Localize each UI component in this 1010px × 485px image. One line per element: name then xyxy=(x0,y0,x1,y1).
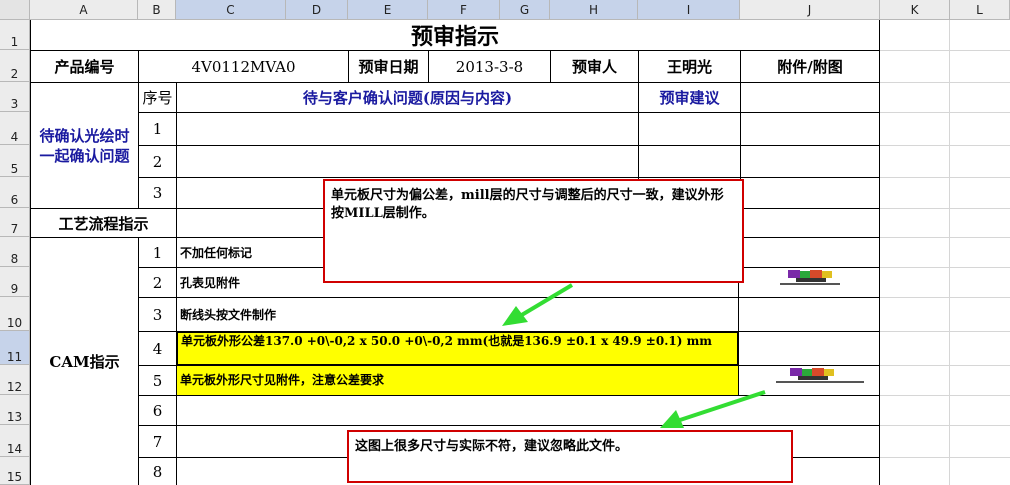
confirm-attach-3[interactable] xyxy=(740,177,880,209)
column-header-c[interactable]: C xyxy=(176,0,286,20)
gridline xyxy=(880,177,1010,178)
row-header-5[interactable]: 5 xyxy=(0,145,30,177)
cam-seq-2[interactable]: 2 xyxy=(138,267,177,298)
cam-attach-4[interactable] xyxy=(738,331,880,366)
cam-item-4[interactable]: 单元板外形公差137.0 +0\-0,2 x 50.0 +0\-0,2 mm(也… xyxy=(176,331,739,366)
gridline xyxy=(880,112,1010,113)
column-header-g[interactable]: G xyxy=(500,0,550,20)
column-header-e[interactable]: E xyxy=(348,0,428,20)
confirm-attach-1[interactable] xyxy=(740,112,880,146)
attachment-thumbnail-1[interactable] xyxy=(778,268,868,288)
row-header-3[interactable]: 3 xyxy=(0,82,30,112)
gridline xyxy=(880,395,1010,396)
row-header-4[interactable]: 4 xyxy=(0,112,30,145)
attachment-thumbnail-2[interactable] xyxy=(776,366,866,386)
confirm-section-label[interactable]: 待确认光绘时一起确认问题 xyxy=(30,82,139,209)
row-header-6[interactable]: 6 xyxy=(0,177,30,208)
column-header-j[interactable]: J xyxy=(740,0,880,20)
comment-note-1[interactable]: 单元板尺寸为偏公差，mill层的尺寸与调整后的尺寸一致，建议外形按MILL层制作… xyxy=(323,179,744,283)
cam-seq-1[interactable]: 1 xyxy=(138,237,177,268)
row-header-2[interactable]: 2 xyxy=(0,50,30,82)
cam-item-3[interactable]: 断线头按文件制作 xyxy=(176,297,739,332)
review-date-value[interactable]: 2013-3-8 xyxy=(428,50,551,83)
gridline xyxy=(880,267,1010,268)
comment-note-2[interactable]: 这图上很多尺寸与实际不符，建议忽略此文件。 xyxy=(347,430,793,483)
confirm-suggest-2[interactable] xyxy=(638,145,741,178)
confirm-attach-2[interactable] xyxy=(740,145,880,178)
select-all-corner[interactable] xyxy=(0,0,30,20)
gridline xyxy=(949,20,950,485)
gridline xyxy=(880,331,1010,332)
column-header-b[interactable]: B xyxy=(138,0,176,20)
column-header-h[interactable]: H xyxy=(550,0,638,20)
cam-seq-4[interactable]: 4 xyxy=(138,331,177,366)
row-header-9[interactable]: 9 xyxy=(0,267,30,297)
row-header-7[interactable]: 7 xyxy=(0,208,30,237)
product-no-label[interactable]: 产品编号 xyxy=(30,50,139,83)
blank-cell[interactable] xyxy=(740,82,880,113)
gridline xyxy=(880,145,1010,146)
product-no-value[interactable]: 4V0112MVA0 xyxy=(138,50,349,83)
row-header-1[interactable]: 1 xyxy=(0,20,30,50)
gridline xyxy=(880,208,1010,209)
gridline xyxy=(880,425,1010,426)
confirm-seq-2[interactable]: 2 xyxy=(138,145,177,178)
cam-item-6[interactable] xyxy=(176,395,880,426)
row-header-15[interactable]: 15 xyxy=(0,457,30,485)
gridline xyxy=(880,237,1010,238)
process-label[interactable]: 工艺流程指示 xyxy=(30,208,177,238)
gridline xyxy=(880,297,1010,298)
column-header-i[interactable]: I xyxy=(638,0,740,20)
row-header-14[interactable]: 14 xyxy=(0,425,30,457)
column-header-f[interactable]: F xyxy=(428,0,500,20)
cam-seq-3[interactable]: 3 xyxy=(138,297,177,332)
column-header-k[interactable]: K xyxy=(880,0,950,20)
review-date-label[interactable]: 预审日期 xyxy=(348,50,429,83)
cam-label[interactable]: CAM指示 xyxy=(30,237,139,485)
confirm-seq-1[interactable]: 1 xyxy=(138,112,177,146)
row-header-13[interactable]: 13 xyxy=(0,395,30,425)
row-header-12[interactable]: 12 xyxy=(0,365,30,395)
sheet-title[interactable]: 预审指示 xyxy=(30,20,880,51)
gridline xyxy=(880,365,1010,366)
cam-seq-5[interactable]: 5 xyxy=(138,365,177,396)
gridline xyxy=(880,50,1010,51)
confirm-seq-3[interactable]: 3 xyxy=(138,177,177,209)
gridline xyxy=(880,457,1010,458)
reviewer-label[interactable]: 预审人 xyxy=(550,50,639,83)
seq-header[interactable]: 序号 xyxy=(138,82,177,113)
confirm-issue-1[interactable] xyxy=(176,112,639,146)
column-header-d[interactable]: D xyxy=(286,0,348,20)
cam-item-5[interactable]: 单元板外形尺寸见附件，注意公差要求 xyxy=(176,365,739,396)
column-header-a[interactable]: A xyxy=(30,0,138,20)
cam-attach-3[interactable] xyxy=(738,297,880,332)
suggest-header[interactable]: 预审建议 xyxy=(638,82,741,113)
confirm-issue-2[interactable] xyxy=(176,145,639,178)
cam-seq-7[interactable]: 7 xyxy=(138,425,177,458)
row-header-8[interactable]: 8 xyxy=(0,237,30,267)
attachment-label[interactable]: 附件/附图 xyxy=(740,50,880,83)
gridline xyxy=(880,82,1010,83)
reviewer-value[interactable]: 王明光 xyxy=(638,50,741,83)
row-header-10[interactable]: 10 xyxy=(0,297,30,331)
row-header-11[interactable]: 11 xyxy=(0,331,30,365)
cam-seq-6[interactable]: 6 xyxy=(138,395,177,426)
cam-seq-8[interactable]: 8 xyxy=(138,457,177,485)
issue-header[interactable]: 待与客户确认问题(原因与内容) xyxy=(176,82,639,113)
column-header-l[interactable]: L xyxy=(950,0,1010,20)
confirm-suggest-1[interactable] xyxy=(638,112,741,146)
